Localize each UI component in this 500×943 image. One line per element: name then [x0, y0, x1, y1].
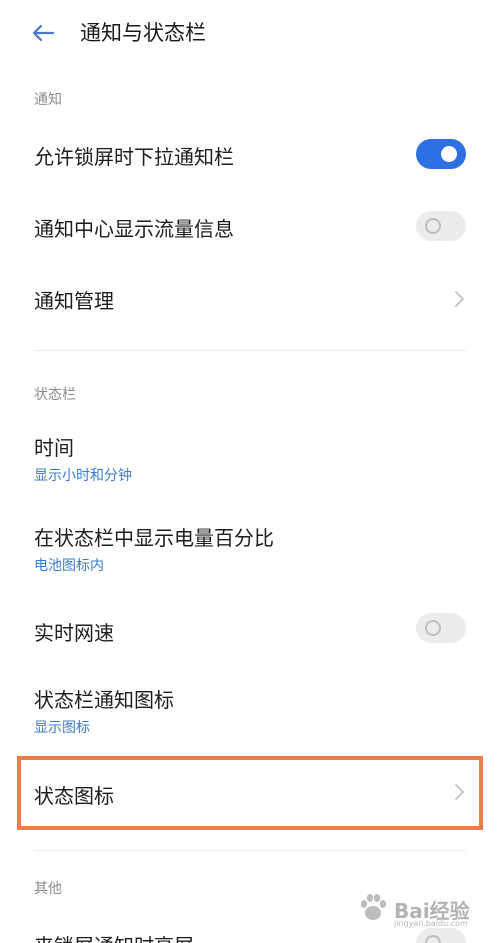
setting-allow-lockscreen-pull[interactable]: 允许锁屏时下拉通知栏: [0, 122, 500, 186]
setting-time[interactable]: 时间 显示小时和分钟: [0, 420, 500, 492]
setting-value: 显示图标: [34, 720, 90, 736]
realtime-speed-toggle[interactable]: [416, 613, 466, 643]
setting-label: 时间: [34, 436, 74, 460]
chevron-right-icon: [455, 291, 464, 307]
data-usage-toggle[interactable]: [416, 211, 466, 241]
setting-notification-manage[interactable]: 通知管理: [0, 266, 500, 330]
toggle-knob: [425, 218, 441, 234]
toggle-knob: [425, 935, 441, 943]
paw-logo-icon: [360, 894, 387, 920]
setting-realtime-speed[interactable]: 实时网速: [0, 598, 500, 662]
toggle-knob: [425, 620, 441, 636]
setting-label: 通知管理: [34, 289, 114, 313]
header: 通知与状态栏: [0, 0, 500, 70]
back-arrow-icon: [32, 24, 55, 42]
setting-label: 允许锁屏时下拉通知栏: [34, 145, 234, 169]
toggle-knob: [441, 146, 457, 162]
setting-label: 实时网速: [34, 621, 114, 645]
setting-show-data-usage[interactable]: 通知中心显示流量信息: [0, 194, 500, 258]
setting-label: 状态栏通知图标: [34, 688, 174, 712]
section-divider: [34, 350, 466, 351]
setting-notification-icons[interactable]: 状态栏通知图标 显示图标: [0, 672, 500, 744]
section-divider: [34, 850, 466, 851]
wake-on-notification-toggle[interactable]: [416, 928, 466, 943]
setting-value: 电池图标内: [34, 558, 104, 574]
watermark-subtext: jingyan.baidu.com: [394, 919, 468, 928]
section-title-notifications: 通知: [34, 92, 62, 108]
back-button[interactable]: [26, 16, 60, 50]
setting-label: 通知中心显示流量信息: [34, 217, 234, 241]
section-title-statusbar: 状态栏: [34, 387, 76, 403]
setting-label: 来锁屏通知时亮屏: [34, 930, 194, 943]
setting-battery-percent[interactable]: 在状态栏中显示电量百分比 电池图标内: [0, 510, 500, 582]
lockscreen-pull-toggle[interactable]: [416, 139, 466, 169]
baidu-watermark: Bai经验 jingyan.baidu.com: [354, 889, 484, 929]
page-title: 通知与状态栏: [80, 21, 206, 45]
setting-value: 显示小时和分钟: [34, 468, 132, 484]
highlight-box: [17, 756, 483, 830]
setting-label: 在状态栏中显示电量百分比: [34, 526, 274, 550]
section-title-other: 其他: [34, 881, 62, 897]
